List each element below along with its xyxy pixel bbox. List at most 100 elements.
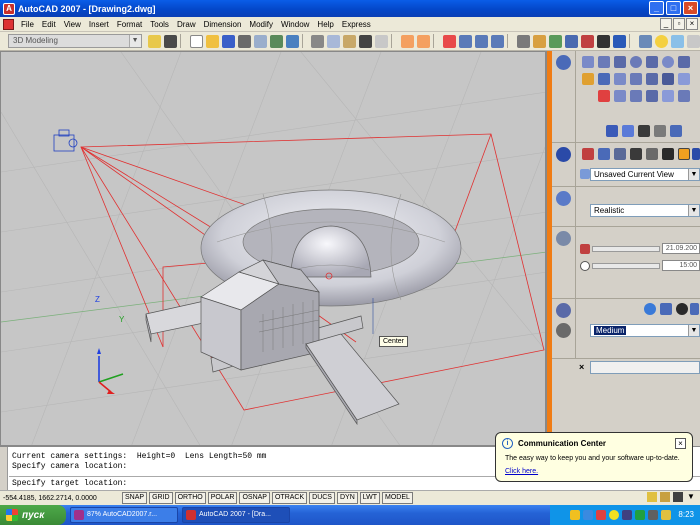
3d-array-icon[interactable] xyxy=(654,125,666,137)
doc-minimize-button[interactable]: _ xyxy=(660,18,672,30)
model-canvas[interactable] xyxy=(1,52,546,446)
tray-clock[interactable]: 8:23 xyxy=(678,510,694,520)
lights-panel-icon[interactable] xyxy=(556,231,571,246)
layer-manager-icon[interactable] xyxy=(639,34,653,48)
3d-pan-icon[interactable] xyxy=(598,148,610,160)
drawing-viewport[interactable]: Z Y Center xyxy=(0,51,546,446)
tray-volume-icon[interactable] xyxy=(648,510,659,520)
menu-help[interactable]: Help xyxy=(313,20,337,29)
3d-dwf-icon[interactable] xyxy=(285,34,299,48)
tray-comm-icon[interactable] xyxy=(661,510,672,520)
materials-icon[interactable] xyxy=(676,303,688,315)
taskbar-item-winrar[interactable]: 87% AutoCAD2007.r... xyxy=(70,507,178,523)
chevron-down-icon[interactable]: ▼ xyxy=(128,35,141,47)
balloon-close-button[interactable]: × xyxy=(675,438,686,449)
3d-align-icon[interactable] xyxy=(638,125,650,137)
tray-smiley-icon[interactable] xyxy=(609,510,620,520)
cone-icon[interactable] xyxy=(614,56,626,68)
time-field[interactable]: 15:00 xyxy=(662,260,700,271)
subtract-icon[interactable] xyxy=(614,90,626,102)
perspective-icon[interactable] xyxy=(692,148,700,160)
zoom-window-icon[interactable] xyxy=(475,34,489,48)
tool-palettes-icon[interactable] xyxy=(549,34,563,48)
render-icon[interactable] xyxy=(644,303,656,315)
polysolid-icon[interactable] xyxy=(598,73,610,85)
camera-icon[interactable] xyxy=(630,148,642,160)
intersect-icon[interactable] xyxy=(630,90,642,102)
menu-window[interactable]: Window xyxy=(277,20,313,29)
menu-view[interactable]: View xyxy=(60,20,85,29)
balloon-link[interactable]: Click here. xyxy=(505,468,538,475)
menu-dimension[interactable]: Dimension xyxy=(200,20,246,29)
tray-antivirus-icon[interactable] xyxy=(596,510,607,520)
close-button[interactable]: × xyxy=(683,1,698,15)
cylinder-icon[interactable] xyxy=(646,56,658,68)
pyramid-icon[interactable] xyxy=(678,56,690,68)
ducs-toggle[interactable]: DUCS xyxy=(309,492,335,504)
open-folder-icon[interactable] xyxy=(205,34,219,48)
3d-navigate-panel-icon[interactable] xyxy=(556,147,571,162)
block-editor-icon[interactable] xyxy=(375,34,389,48)
pan-icon[interactable] xyxy=(443,34,457,48)
zoom-realtime-icon[interactable] xyxy=(459,34,473,48)
sphere-icon[interactable] xyxy=(630,56,642,68)
named-views-icon[interactable] xyxy=(580,169,590,179)
wedge-icon[interactable] xyxy=(598,56,610,68)
visual-style-select[interactable]: Realistic ▼ xyxy=(590,204,700,217)
separate-icon[interactable] xyxy=(662,90,674,102)
menu-draw[interactable]: Draw xyxy=(173,20,200,29)
cut-icon[interactable] xyxy=(311,34,325,48)
lwt-toggle[interactable]: LWT xyxy=(359,492,381,504)
command-prompt[interactable]: Specify target location: xyxy=(12,479,127,488)
menu-modify[interactable]: Modify xyxy=(245,20,277,29)
sheet-set-icon[interactable] xyxy=(565,34,579,48)
box-icon[interactable] xyxy=(582,56,594,68)
section-icon[interactable] xyxy=(678,73,690,85)
workspace-settings-icon[interactable] xyxy=(147,34,161,48)
menu-edit[interactable]: Edit xyxy=(38,20,60,29)
zoom-previous-icon[interactable] xyxy=(491,34,505,48)
tray-network-icon[interactable] xyxy=(570,510,581,520)
design-center-icon[interactable] xyxy=(533,34,547,48)
visual-style-panel-icon[interactable] xyxy=(556,191,571,206)
chevron-down-icon[interactable]: ▼ xyxy=(688,205,699,216)
match-properties-icon[interactable] xyxy=(359,34,373,48)
status-menu-icon[interactable]: ▼ xyxy=(686,492,696,502)
render-preset-select[interactable]: Medium ▼ xyxy=(590,324,700,337)
copy-icon[interactable] xyxy=(327,34,341,48)
fly-icon[interactable] xyxy=(662,148,674,160)
comm-center-icon[interactable] xyxy=(647,492,657,502)
tray-update-icon[interactable] xyxy=(635,510,646,520)
layer-on-icon[interactable] xyxy=(655,34,669,48)
time-slider[interactable] xyxy=(592,263,660,269)
taskbar-item-autocad[interactable]: AutoCAD 2007 - [Dra... xyxy=(182,507,290,523)
menu-insert[interactable]: Insert xyxy=(85,20,113,29)
new-file-icon[interactable] xyxy=(189,34,203,48)
maximize-button[interactable]: □ xyxy=(666,1,681,15)
3d-mirror-icon[interactable] xyxy=(670,125,682,137)
revolve-icon[interactable] xyxy=(614,73,626,85)
union-icon[interactable] xyxy=(598,90,610,102)
polar-toggle[interactable]: POLAR xyxy=(207,492,238,504)
help-icon[interactable] xyxy=(613,34,627,48)
materials-panel-icon[interactable] xyxy=(556,323,571,338)
print-icon[interactable] xyxy=(237,34,251,48)
document-icon[interactable] xyxy=(3,18,14,30)
3d-make-panel-icon[interactable] xyxy=(556,55,571,70)
sweep-icon[interactable] xyxy=(630,73,642,85)
publish-icon[interactable] xyxy=(269,34,283,48)
date-slider[interactable] xyxy=(592,246,660,252)
ortho-toggle[interactable]: ORTHO xyxy=(174,492,206,504)
coordinate-readout[interactable]: -554.4185, 1662.2714, 0.0000 xyxy=(0,495,122,502)
layer-freeze-icon[interactable] xyxy=(671,34,685,48)
otrack-toggle[interactable]: OTRACK xyxy=(271,492,308,504)
render-panel-icon[interactable] xyxy=(556,303,571,318)
menu-file[interactable]: File xyxy=(17,20,38,29)
shell-icon[interactable] xyxy=(678,90,690,102)
date-field[interactable]: 21.09.200 xyxy=(662,243,700,254)
material-select[interactable] xyxy=(590,361,700,374)
imprint-icon[interactable] xyxy=(646,90,658,102)
plot-preview-icon[interactable] xyxy=(253,34,267,48)
model-toggle[interactable]: MODEL xyxy=(382,492,413,504)
3d-move-icon[interactable] xyxy=(606,125,618,137)
